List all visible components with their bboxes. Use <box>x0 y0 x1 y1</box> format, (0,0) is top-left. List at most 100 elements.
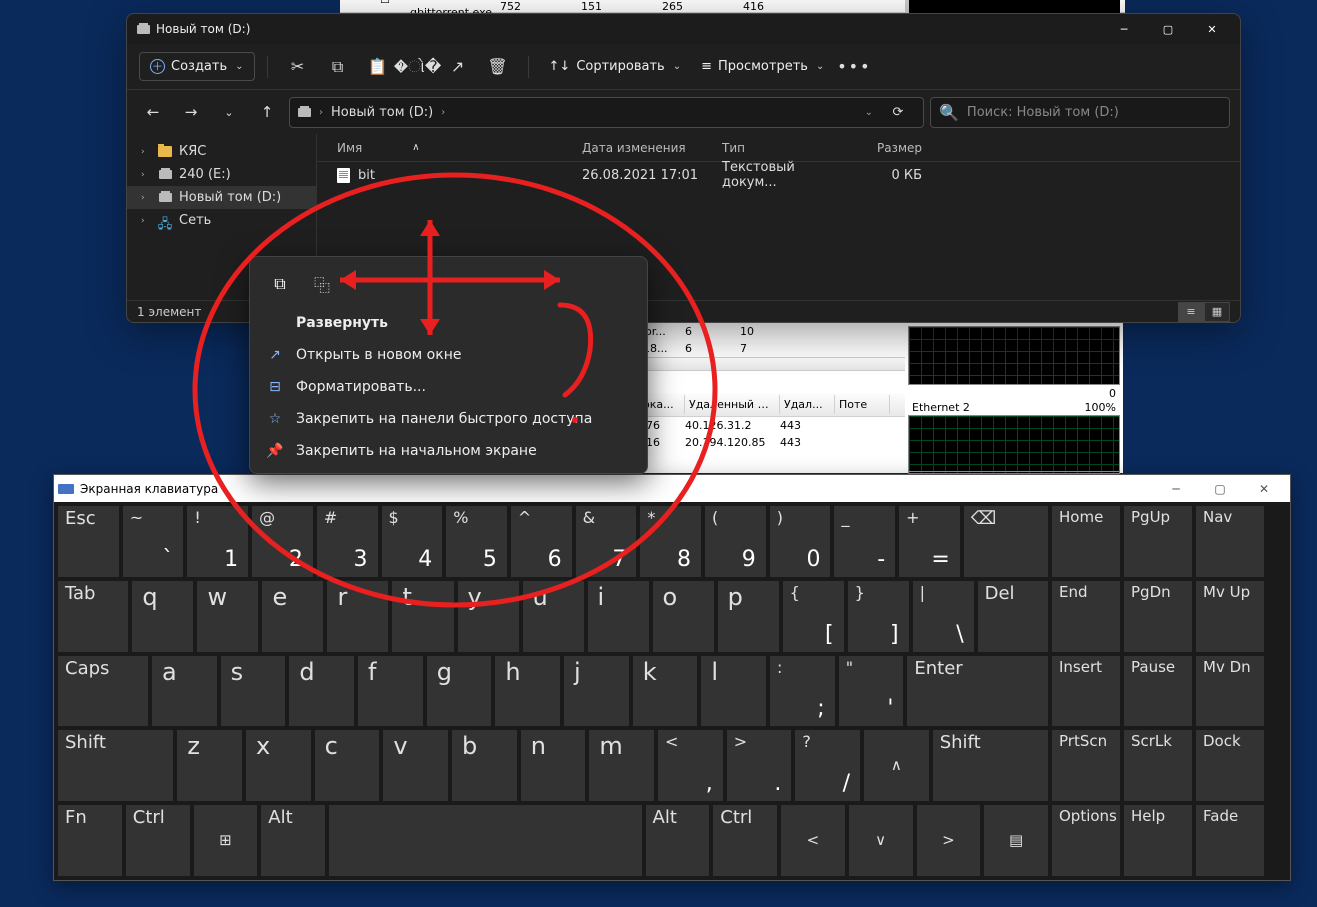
key-s[interactable]: s <box>221 656 286 727</box>
key-Tab[interactable]: Tab <box>58 581 128 652</box>
key-Alt[interactable]: Alt <box>646 805 710 876</box>
key-c[interactable]: c <box>315 730 380 801</box>
key-<[interactable]: < <box>781 805 845 876</box>
key-)[interactable]: )0 <box>770 506 831 577</box>
tree-item-selected[interactable]: › Новый том (D:) <box>127 186 316 209</box>
menu-item-format[interactable]: ⊟ Форматировать... <box>250 371 647 403</box>
key-▤[interactable]: ▤ <box>984 805 1048 876</box>
cut-button[interactable]: ✂ <box>280 51 316 83</box>
key-a[interactable]: a <box>152 656 217 727</box>
key-|[interactable]: |\ <box>913 581 974 652</box>
minimize-button[interactable]: ─ <box>1102 15 1146 43</box>
key-mv dn[interactable]: Mv Dn <box>1196 656 1264 727</box>
osk-titlebar[interactable]: Экранная клавиатура ─ ▢ ✕ <box>54 475 1290 502</box>
key-dock[interactable]: Dock <box>1196 730 1264 801</box>
maximize-button[interactable]: ▢ <box>1146 15 1190 43</box>
key-insert[interactable]: Insert <box>1052 656 1120 727</box>
key-?[interactable]: ?/ <box>795 730 860 801</box>
key->[interactable]: >. <box>727 730 792 801</box>
key-h[interactable]: h <box>495 656 560 727</box>
key-p[interactable]: p <box>718 581 779 652</box>
key-~[interactable]: ~` <box>123 506 184 577</box>
refresh-button[interactable]: ⟳ <box>881 97 915 128</box>
key-Del[interactable]: Del <box>978 581 1048 652</box>
key-e[interactable]: e <box>262 581 323 652</box>
key-Shift[interactable]: Shift <box>58 730 173 801</box>
key-mv up[interactable]: Mv Up <box>1196 581 1264 652</box>
key-:[interactable]: :; <box>770 656 835 727</box>
key-pgdn[interactable]: PgDn <box>1124 581 1192 652</box>
key-b[interactable]: b <box>452 730 517 801</box>
more-button[interactable]: ••• <box>836 51 872 83</box>
key-v[interactable]: v <box>383 730 448 801</box>
key-Ctrl[interactable]: Ctrl <box>126 805 190 876</box>
key-t[interactable]: t <box>392 581 453 652</box>
key-*[interactable]: *8 <box>640 506 701 577</box>
key-pgup[interactable]: PgUp <box>1124 506 1192 577</box>
key-![interactable]: !1 <box>187 506 248 577</box>
key-Fn[interactable]: Fn <box>58 805 122 876</box>
key-∨[interactable]: ∨ <box>849 805 913 876</box>
key-prtscn[interactable]: PrtScn <box>1052 730 1120 801</box>
key-options[interactable]: Options <box>1052 805 1120 876</box>
key-Shift[interactable]: Shift <box>933 730 1048 801</box>
key-nav[interactable]: Nav <box>1196 506 1264 577</box>
key-_[interactable]: _- <box>834 506 895 577</box>
key-∧[interactable]: ∧ <box>864 730 929 801</box>
tree-item[interactable]: › 🖧 Сеть <box>127 209 316 232</box>
share-button[interactable]: ↗ <box>440 51 476 83</box>
key-@[interactable]: @2 <box>252 506 313 577</box>
tiles-view-button[interactable]: ▦ <box>1204 302 1230 322</box>
key-%[interactable]: %5 <box>446 506 507 577</box>
key-g[interactable]: g <box>427 656 492 727</box>
key-w[interactable]: w <box>197 581 258 652</box>
key-⌫[interactable]: ⌫ <box>964 506 1048 577</box>
key-q[interactable]: q <box>132 581 193 652</box>
key-o[interactable]: o <box>653 581 714 652</box>
maximize-button[interactable]: ▢ <box>1198 482 1242 496</box>
key-u[interactable]: u <box>523 581 584 652</box>
chevron-down-icon[interactable]: ⌄ <box>865 107 873 118</box>
key-<[interactable]: <, <box>658 730 723 801</box>
key->[interactable]: > <box>917 805 981 876</box>
key-z[interactable]: z <box>177 730 242 801</box>
key-j[interactable]: j <box>564 656 629 727</box>
menu-item-expand[interactable]: Развернуть <box>250 307 647 339</box>
search-box[interactable]: 🔍 <box>930 97 1230 128</box>
details-view-button[interactable]: ≡ <box>1178 302 1204 322</box>
menu-item-pin-start[interactable]: 📌 Закрепить на начальном экране <box>250 435 647 467</box>
key-y[interactable]: y <box>458 581 519 652</box>
key-^[interactable]: ^6 <box>511 506 572 577</box>
key-end[interactable]: End <box>1052 581 1120 652</box>
key-x[interactable]: x <box>246 730 311 801</box>
create-button[interactable]: ＋ Создать ⌄ <box>139 52 255 81</box>
minimize-button[interactable]: ─ <box>1154 482 1198 496</box>
key-Esc[interactable]: Esc <box>58 506 119 577</box>
back-button[interactable]: ← <box>137 98 169 126</box>
key-k[interactable]: k <box>633 656 698 727</box>
close-button[interactable]: ✕ <box>1190 15 1234 43</box>
key-{[interactable]: {[ <box>783 581 844 652</box>
key-pause[interactable]: Pause <box>1124 656 1192 727</box>
key-help[interactable]: Help <box>1124 805 1192 876</box>
key-([interactable]: (9 <box>705 506 766 577</box>
key-&[interactable]: &7 <box>576 506 637 577</box>
key-d[interactable]: d <box>289 656 354 727</box>
up-button[interactable]: ↑ <box>251 98 283 126</box>
key-scrlk[interactable]: ScrLk <box>1124 730 1192 801</box>
forward-button[interactable]: → <box>175 98 207 126</box>
key-+[interactable]: += <box>899 506 960 577</box>
close-button[interactable]: ✕ <box>1242 482 1286 496</box>
tree-item[interactable]: › КЯС <box>127 140 316 163</box>
rename-button[interactable]: ⿻ <box>306 269 338 299</box>
key-l[interactable]: l <box>701 656 766 727</box>
key-⊞[interactable]: ⊞ <box>194 805 258 876</box>
paste-button[interactable]: 📋 <box>360 51 396 83</box>
recent-button[interactable]: ⌄ <box>213 98 245 126</box>
key-"[interactable]: "' <box>839 656 904 727</box>
key-r[interactable]: r <box>327 581 388 652</box>
key-i[interactable]: i <box>588 581 649 652</box>
key-#[interactable]: #3 <box>317 506 378 577</box>
key-space[interactable] <box>329 805 642 876</box>
key-n[interactable]: n <box>521 730 586 801</box>
